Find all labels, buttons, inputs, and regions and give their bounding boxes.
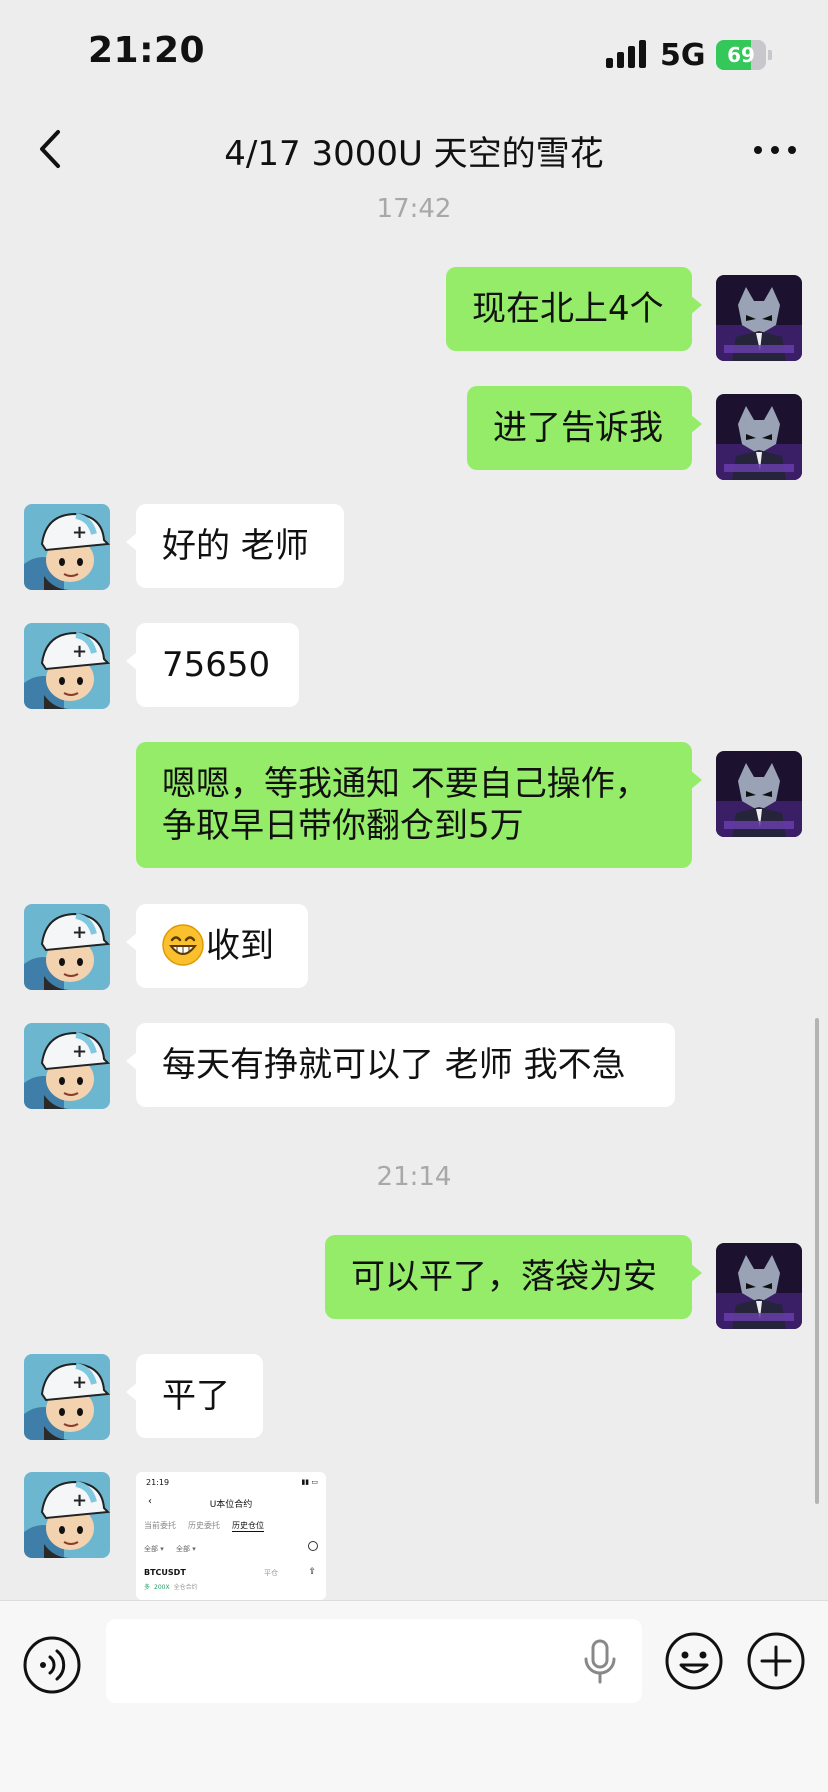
message-text: 进了告诉我 — [493, 408, 663, 448]
sent-message[interactable]: 现在北上4个 — [446, 267, 702, 351]
message-text: 好的 老师 — [162, 526, 309, 566]
image-message-thumbnail[interactable]: 21:19 ▮▮ ▭ ‹ U本位合约 当前委托 历史委托 历史仓位 全部 ▾ 全… — [136, 1472, 326, 1600]
avatar[interactable]: + — [24, 1354, 110, 1440]
timestamp: 21:14 — [376, 1162, 452, 1192]
thumb-tab: 历史委托 — [188, 1521, 220, 1530]
thumb-status-icons: ▮▮ ▭ — [301, 1478, 318, 1486]
svg-text:+: + — [72, 1372, 87, 1393]
svg-text:+: + — [72, 522, 87, 543]
voice-mode-icon[interactable] — [22, 1635, 82, 1695]
thumb-tag: 200X — [154, 1584, 170, 1591]
network-type: 5G — [660, 38, 706, 73]
thumb-tag: 全仓合约 — [173, 1584, 198, 1591]
thumb-share-icon: ⇪ — [308, 1567, 316, 1577]
status-time: 21:20 — [88, 30, 206, 71]
message-text-line: 争取早日带你翻仓到5万 — [162, 806, 524, 846]
thumb-clock-icon — [308, 1541, 318, 1551]
received-message[interactable]: 75650 — [126, 623, 299, 707]
plus-icon[interactable] — [746, 1631, 806, 1691]
input-bar — [0, 1600, 828, 1792]
thumb-position-status: 平仓 — [264, 1569, 278, 1577]
thumb-filter: 全部 ▾ — [176, 1545, 196, 1553]
received-message[interactable]: 好的 老师 — [126, 504, 344, 588]
sent-message[interactable]: 可以平了，落袋为安 — [325, 1235, 702, 1319]
message-text: 可以平了，落袋为安 — [351, 1257, 657, 1297]
svg-text:+: + — [72, 1490, 87, 1511]
thumb-tab: 当前委托 — [144, 1521, 176, 1530]
thumb-tab-active: 历史仓位 — [232, 1521, 264, 1532]
chevron-left-icon[interactable] — [30, 124, 70, 174]
avatar[interactable]: + — [24, 1472, 110, 1558]
microphone-icon[interactable] — [582, 1639, 618, 1685]
avatar[interactable]: + — [24, 623, 110, 709]
scroll-indicator[interactable] — [815, 1018, 819, 1504]
message-text: 收到 — [206, 926, 274, 966]
chat-screen: 21:20 5G 69 4/17 3000U 天空的雪花 17:42 现在北上4… — [0, 0, 828, 1792]
avatar[interactable] — [716, 1243, 802, 1329]
received-message[interactable]: 平了 — [126, 1354, 263, 1438]
battery-indicator: 69 — [716, 40, 772, 70]
thumb-symbol: BTCUSDT — [144, 1568, 186, 1577]
avatar[interactable] — [716, 275, 802, 361]
sent-message[interactable]: 进了告诉我 — [467, 386, 702, 470]
timestamp: 17:42 — [376, 194, 452, 224]
avatar[interactable]: + — [24, 1023, 110, 1109]
svg-text:+: + — [72, 922, 87, 943]
message-text-line: 嗯嗯，等我通知 不要自己操作， — [162, 764, 649, 804]
signal-strength-icon — [606, 40, 646, 68]
avatar[interactable]: + — [24, 904, 110, 990]
avatar[interactable] — [716, 394, 802, 480]
received-message[interactable]: 收到 — [126, 904, 308, 988]
more-horizontal-icon[interactable] — [750, 140, 800, 160]
thumb-time: 21:19 — [146, 1478, 170, 1487]
thumb-filter: 全部 ▾ — [144, 1545, 164, 1553]
message-text: 平了 — [162, 1376, 230, 1416]
message-input[interactable] — [106, 1619, 642, 1703]
thumb-tag: 多 — [144, 1584, 151, 1591]
battery-percent: 69 — [727, 43, 755, 67]
message-text: 75650 — [162, 645, 271, 685]
thumb-tags: 多 200X 全仓合约 — [144, 1582, 202, 1591]
svg-text:+: + — [72, 641, 87, 662]
emoji-icon[interactable] — [664, 1631, 724, 1691]
grinning-face-emoji — [162, 923, 204, 966]
sent-message[interactable]: 嗯嗯，等我通知 不要自己操作， 争取早日带你翻仓到5万 — [136, 742, 702, 868]
thumb-title: U本位合约 — [209, 1500, 253, 1510]
received-message[interactable]: 每天有挣就可以了 老师 我不急 — [126, 1023, 675, 1107]
avatar[interactable] — [716, 751, 802, 837]
svg-text:+: + — [72, 1041, 87, 1062]
avatar[interactable]: + — [24, 504, 110, 590]
chat-header: 4/17 3000U 天空的雪花 — [0, 110, 828, 194]
status-bar: 21:20 5G 69 — [0, 0, 828, 110]
message-text: 每天有挣就可以了 老师 我不急 — [162, 1045, 626, 1085]
chat-title: 4/17 3000U 天空的雪花 — [224, 134, 604, 174]
message-text: 现在北上4个 — [472, 289, 664, 329]
